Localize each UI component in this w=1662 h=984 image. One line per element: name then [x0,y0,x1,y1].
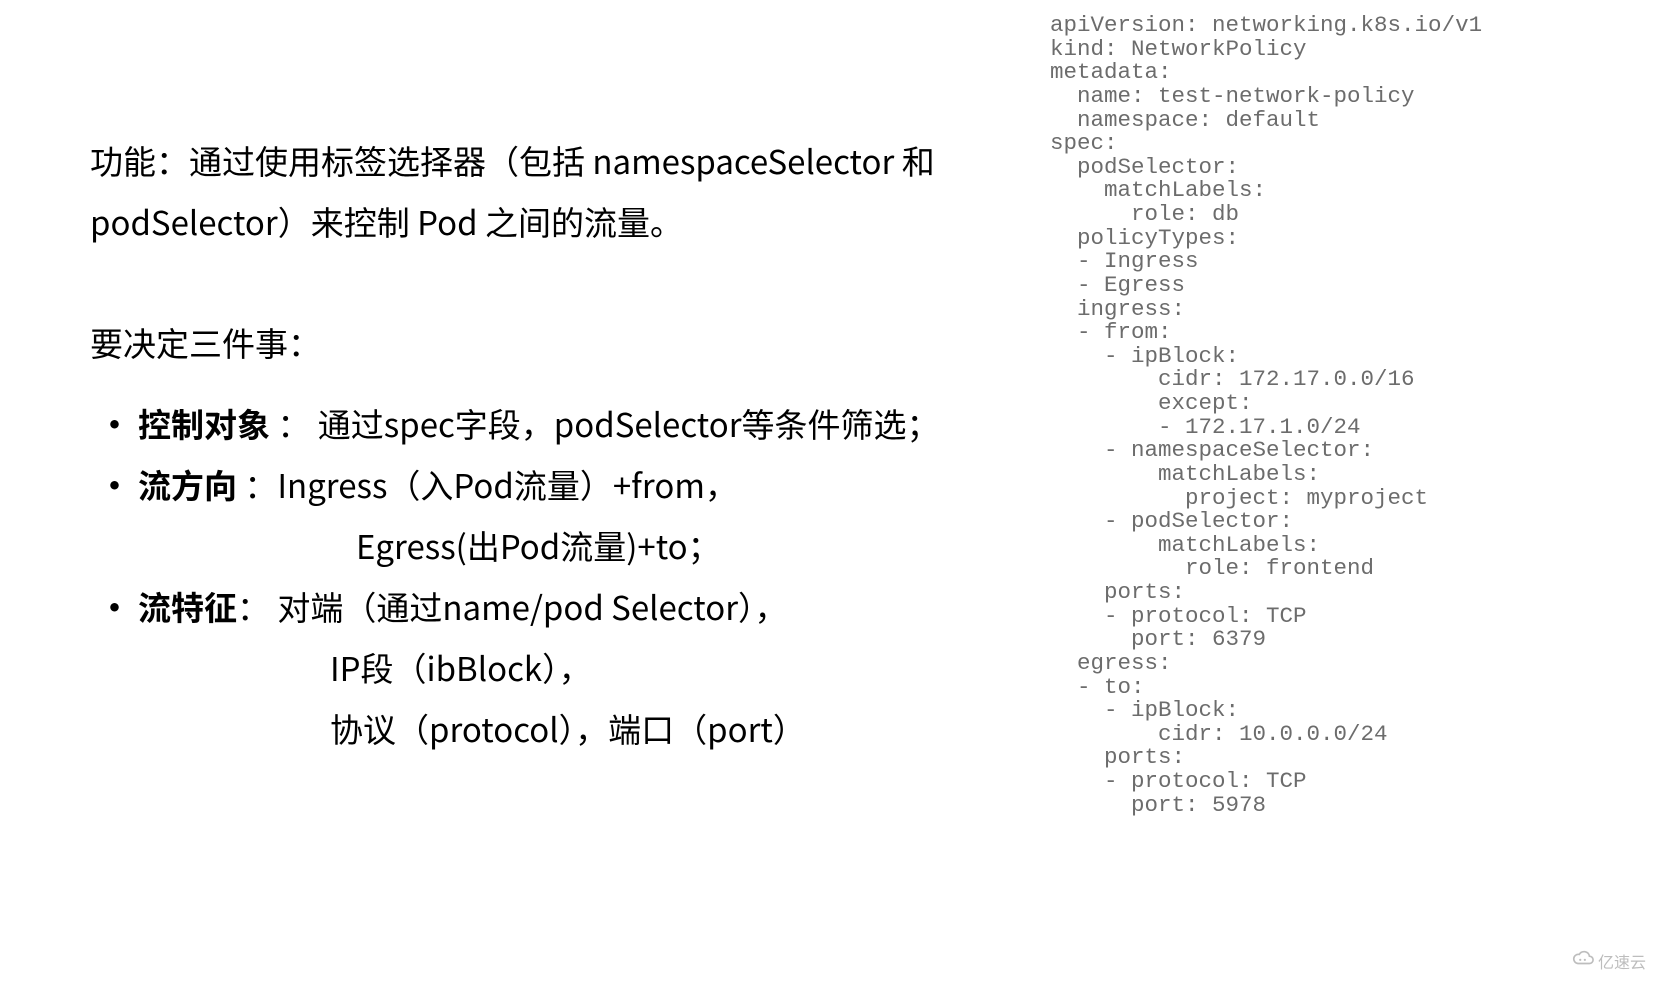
bullet-label: 流方向 [138,460,237,508]
slide-root: 功能：通过使用标签选择器（包括 namespaceSelector 和 podS… [0,0,1662,984]
bullet-text: ：Ingress（入Pod流量）+from， [237,460,738,508]
bullet-text: ： 通过spec字段，podSelector等条件筛选； [270,399,940,447]
bullet-dot: • [98,576,131,637]
decide-heading: 要决定三件事： [90,312,1030,373]
cloud-icon [1572,947,1594,974]
bullet-dot: • [98,393,131,454]
code-panel: apiVersion: networking.k8s.io/v1 kind: N… [1050,0,1662,984]
bullet-item-2: • 流特征： 对端（通过name/pod Selector）， IP段（ibBl… [90,576,1030,759]
bullet-continuation: IP段（ibBlock）， [138,637,1030,698]
bullet-list: • 控制对象 ： 通过spec字段，podSelector等条件筛选； • 流方… [90,393,1030,759]
left-panel: 功能：通过使用标签选择器（包括 namespaceSelector 和 podS… [0,0,1050,984]
bullet-label: 控制对象 [138,399,270,447]
bullet-text: ： 对端（通过name/pod Selector）， [237,582,788,630]
bullet-label: 流特征 [138,582,237,630]
bullet-continuation: 协议（protocol），端口（port） [138,698,1030,759]
bullet-dot: • [98,454,131,515]
watermark-text: 亿速云 [1598,949,1646,973]
bullet-item-1: • 流方向 ：Ingress（入Pod流量）+from， Egress(出Pod… [90,454,1030,576]
bullet-item-0: • 控制对象 ： 通过spec字段，podSelector等条件筛选； [90,393,1030,454]
bullet-continuation: Egress(出Pod流量)+to； [138,515,1030,576]
watermark: 亿速云 [1572,947,1646,974]
intro-text: 功能：通过使用标签选择器（包括 namespaceSelector 和 podS… [90,130,1030,252]
